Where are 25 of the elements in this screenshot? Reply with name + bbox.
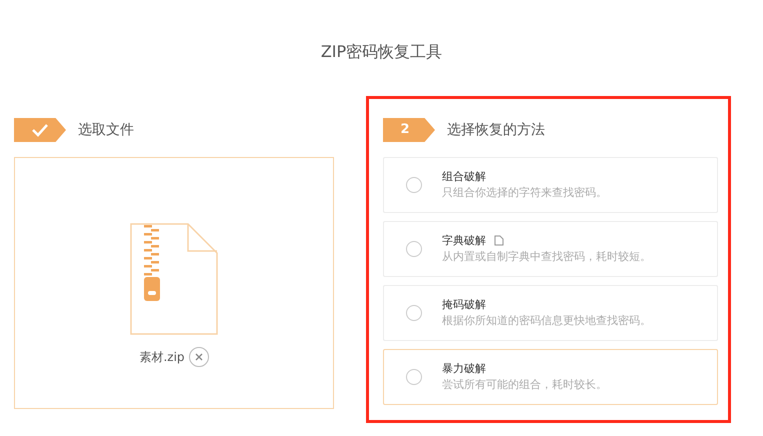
zip-file-icon (130, 223, 218, 335)
method-description: 根据你所知道的密码信息更快地查找密码。 (442, 313, 651, 329)
step-label: 选取文件 (78, 120, 134, 140)
radio-button[interactable] (406, 369, 422, 385)
remove-button[interactable] (188, 347, 209, 367)
method-description: 只组合你选择的字符来查找密码。 (442, 185, 607, 201)
method-name: 暴力破解 (442, 360, 486, 376)
check-icon (31, 123, 49, 137)
method-name: 掩码破解 (442, 296, 486, 312)
step-badge: 2 (383, 118, 435, 142)
method-name: 组合破解 (442, 168, 486, 184)
method-description: 从内置或自制字典中查找密码，耗时较短。 (442, 249, 651, 265)
method-option[interactable]: 暴力破解 尝试所有可能的组合，耗时较长。 (383, 349, 718, 405)
file-name: 素材.zip (139, 349, 185, 366)
radio-button[interactable] (406, 305, 422, 321)
window-title: ZIP密码恢复工具 (320, 41, 442, 63)
radio-button[interactable] (406, 241, 422, 257)
method-option[interactable]: 组合破解 只组合你选择的字符来查找密码。 (383, 157, 718, 213)
method-option[interactable]: 掩码破解 根据你所知道的密码信息更快地查找密码。 (383, 285, 718, 341)
method-name: 字典破解 (442, 232, 486, 248)
step-label: 选择恢复的方法 (447, 120, 545, 140)
method-option[interactable]: 字典破解 从内置或自制字典中查找密码，耗时较短。 (383, 221, 718, 277)
close-icon (194, 353, 203, 361)
radio-button[interactable] (406, 177, 422, 193)
method-description: 尝试所有可能的组合，耗时较长。 (442, 377, 607, 393)
